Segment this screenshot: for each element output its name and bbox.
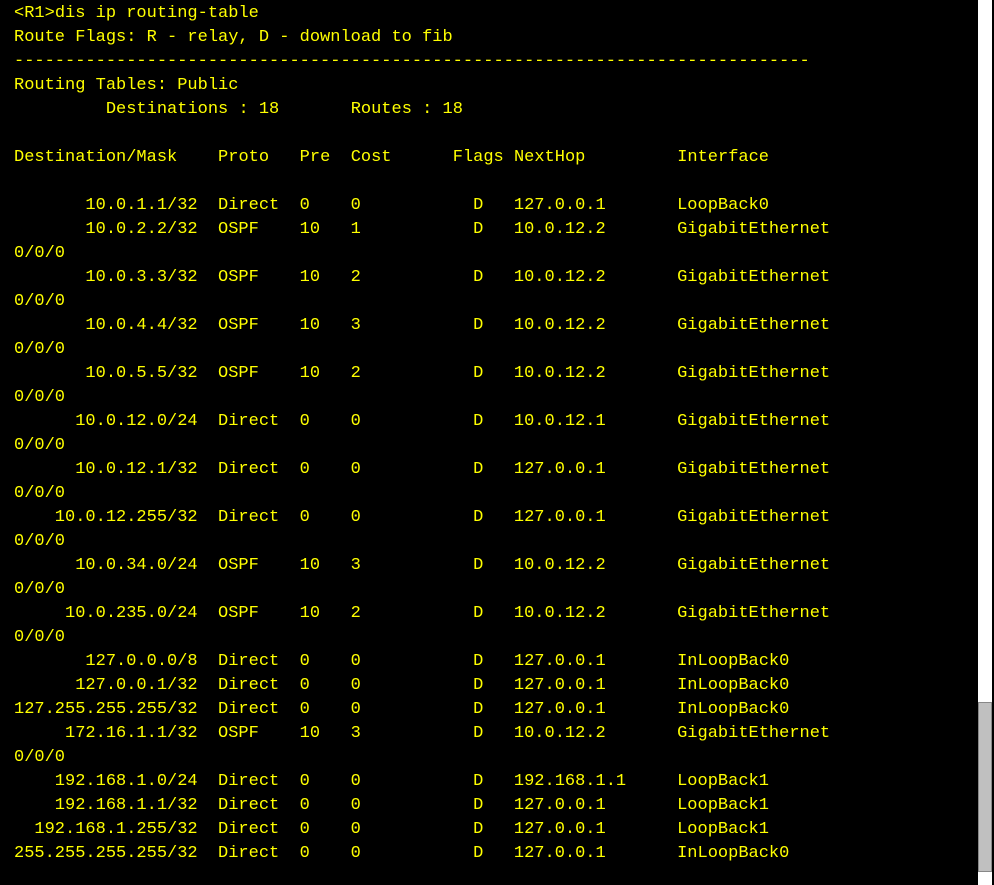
- summary-line: Destinations : 18 Routes : 18: [14, 100, 463, 119]
- scrollbar-thumb[interactable]: [978, 702, 992, 872]
- route-flags-line: Route Flags: R - relay, D - download to …: [14, 28, 453, 47]
- separator-line: ----------------------------------------…: [14, 52, 810, 71]
- routing-tables-header: Routing Tables: Public: [14, 76, 238, 95]
- prompt-prefix: <R1>: [14, 4, 55, 23]
- command-text: dis ip routing-table: [55, 4, 259, 23]
- terminal-output[interactable]: <R1>dis ip routing-table Route Flags: R …: [0, 0, 970, 885]
- routes-body: 10.0.1.1/32 Direct 0 0 D 127.0.0.1 LoopB…: [14, 196, 830, 863]
- column-headers: Destination/Mask Proto Pre Cost Flags Ne…: [14, 148, 769, 167]
